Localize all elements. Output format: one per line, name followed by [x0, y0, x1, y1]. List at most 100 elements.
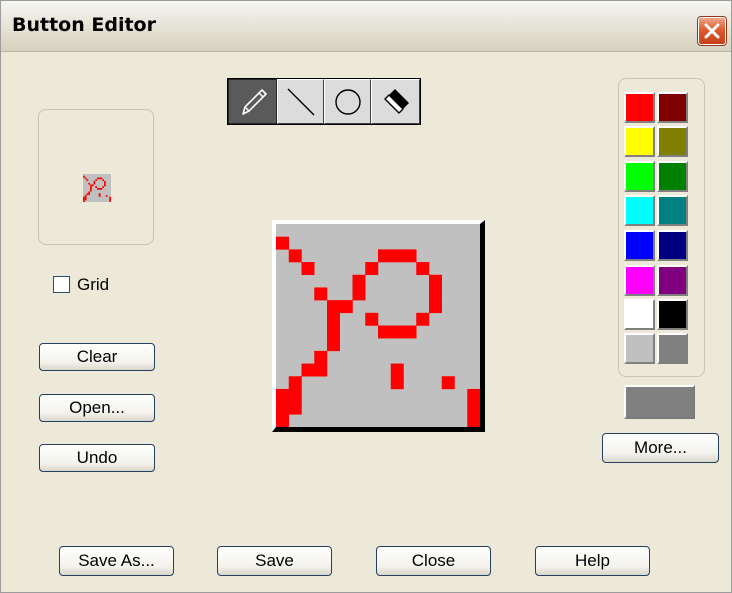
- open-button[interactable]: Open...: [39, 394, 155, 422]
- pixel: [97, 188, 99, 190]
- pixel: [378, 325, 392, 339]
- pixel: [467, 401, 480, 415]
- pixel: [90, 186, 92, 189]
- undo-button[interactable]: Undo: [39, 444, 155, 472]
- eraser-icon: [383, 88, 409, 114]
- pixel: [365, 312, 379, 326]
- pixel: [403, 325, 417, 339]
- pixel: [98, 193, 101, 196]
- pencil-tool[interactable]: [228, 79, 277, 124]
- palette-swatch[interactable]: [657, 265, 688, 296]
- pixel: [91, 184, 94, 187]
- pixel: [276, 401, 290, 415]
- pencil-icon: [241, 88, 267, 115]
- pixel: [98, 188, 101, 190]
- pixel: [100, 177, 103, 180]
- pixel: [327, 300, 341, 314]
- pixel: [88, 182, 91, 185]
- pixel: [314, 350, 328, 364]
- pixel: [109, 196, 111, 199]
- drawing-toolbar: [227, 78, 421, 125]
- pixel: [390, 249, 404, 263]
- pixel: [109, 200, 111, 202]
- title-bar[interactable]: Button Editor: [1, 1, 731, 52]
- palette-swatch[interactable]: [657, 333, 688, 364]
- pixel: [288, 388, 302, 402]
- pixel: [301, 363, 315, 377]
- pixel: [327, 325, 341, 339]
- palette-swatch[interactable]: [657, 230, 688, 261]
- pixel: [90, 184, 92, 187]
- pixel: [95, 186, 98, 189]
- pixel: [102, 186, 105, 189]
- palette-swatch[interactable]: [624, 126, 655, 157]
- pixel: [276, 388, 290, 402]
- pixel: [314, 287, 328, 301]
- palette-swatch[interactable]: [624, 195, 655, 226]
- palette-swatch[interactable]: [657, 161, 688, 192]
- palette-swatch[interactable]: [657, 126, 688, 157]
- pixel: [88, 191, 91, 194]
- palette-swatch[interactable]: [624, 333, 655, 364]
- button-editor-window: Button Editor Grid Clear Open... Undo Mo…: [0, 0, 732, 593]
- pixel: [327, 312, 341, 326]
- pixel: [352, 287, 366, 301]
- pixel: [84, 195, 87, 197]
- pixel: [467, 414, 480, 427]
- palette-swatch[interactable]: [624, 161, 655, 192]
- grid-checkbox[interactable]: [53, 276, 70, 293]
- pixel: [84, 177, 87, 180]
- pixel-canvas[interactable]: [276, 224, 480, 427]
- window-title: Button Editor: [12, 14, 156, 36]
- pixel: [83, 175, 85, 178]
- close-button[interactable]: Close: [376, 546, 491, 576]
- pixel: [327, 338, 341, 352]
- pixel: [109, 198, 111, 201]
- palette-swatch[interactable]: [657, 195, 688, 226]
- palette-swatch[interactable]: [657, 299, 688, 330]
- pixel: [83, 196, 85, 199]
- pixel: [390, 376, 404, 390]
- pixel: [288, 401, 302, 415]
- pixel: [429, 300, 443, 314]
- pixel: [102, 179, 105, 182]
- eraser-tool[interactable]: [371, 79, 420, 124]
- close-icon: [704, 23, 720, 39]
- pixel: [84, 198, 87, 201]
- pixel: [288, 249, 302, 263]
- pixel: [104, 184, 106, 187]
- grid-label: Grid: [77, 275, 110, 294]
- palette-swatch[interactable]: [624, 299, 655, 330]
- pixel-canvas-frame: [272, 220, 485, 432]
- pixel: [83, 198, 85, 201]
- pixel: [276, 236, 290, 250]
- pixel: [416, 312, 430, 326]
- pixel: [97, 177, 99, 180]
- current-color-swatch[interactable]: [624, 385, 695, 419]
- palette-swatch[interactable]: [624, 92, 655, 123]
- more-colors-button[interactable]: More...: [602, 433, 719, 463]
- pixel: [95, 179, 98, 182]
- clear-button[interactable]: Clear: [39, 343, 155, 371]
- palette-swatch[interactable]: [624, 265, 655, 296]
- palette-swatch[interactable]: [624, 230, 655, 261]
- pixel: [301, 262, 315, 276]
- button-icon-preview: [83, 174, 111, 202]
- circle-tool[interactable]: [324, 79, 371, 124]
- palette-swatch[interactable]: [657, 92, 688, 123]
- pixel: [429, 274, 443, 288]
- line-tool[interactable]: [277, 79, 324, 124]
- pixel: [441, 376, 455, 390]
- close-window-button[interactable]: [697, 16, 727, 46]
- save-as-button[interactable]: Save As...: [59, 546, 174, 576]
- pixel: [104, 181, 106, 183]
- help-button[interactable]: Help: [535, 546, 650, 576]
- pixel: [90, 189, 92, 192]
- pixel: [403, 249, 417, 263]
- pixel: [276, 414, 290, 427]
- pixel: [98, 177, 101, 180]
- pixel: [416, 262, 430, 276]
- pixel: [288, 376, 302, 390]
- save-button[interactable]: Save: [217, 546, 332, 576]
- pixel: [390, 325, 404, 339]
